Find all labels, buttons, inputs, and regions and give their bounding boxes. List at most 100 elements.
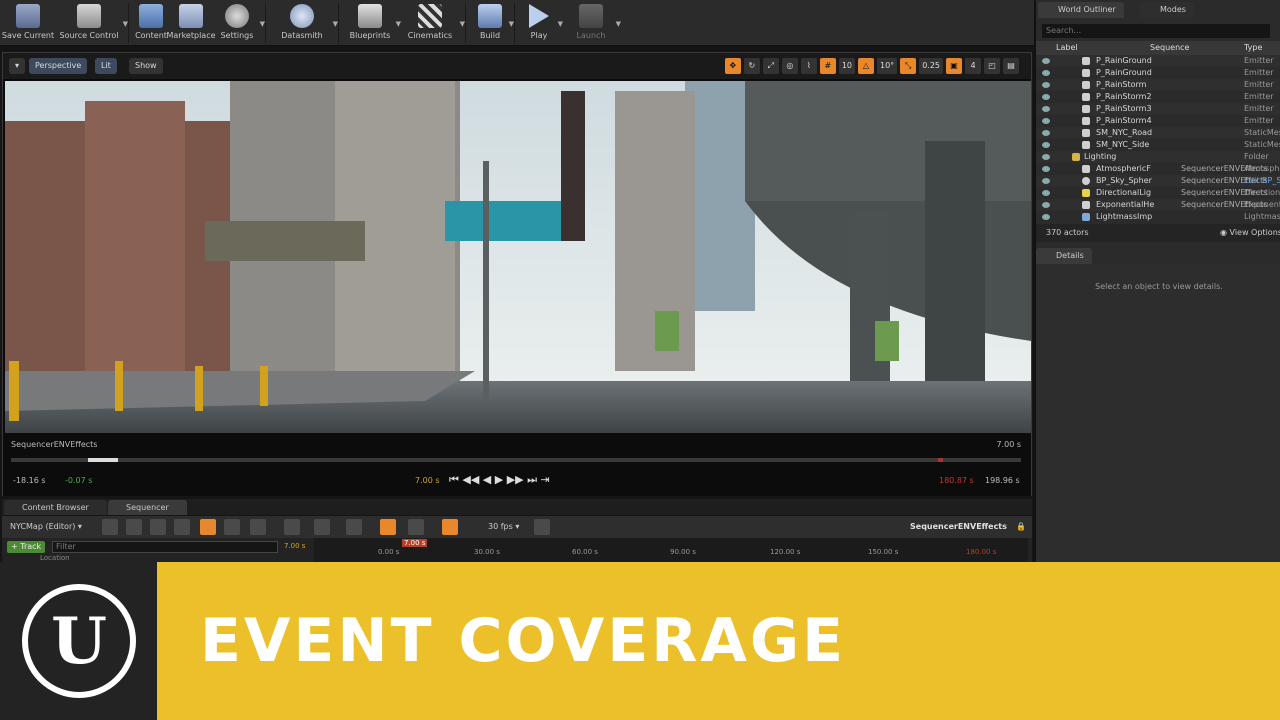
play-button[interactable]: Play ▼ — [521, 0, 563, 46]
cinematics-button[interactable]: Cinematics ▼ — [401, 0, 465, 46]
visibility-eye-icon[interactable] — [1042, 106, 1050, 112]
visibility-eye-icon[interactable] — [1042, 58, 1050, 64]
search-icon[interactable] — [150, 519, 166, 535]
scale-snap-value[interactable]: 0.25 — [919, 58, 943, 74]
playback-range-fill — [88, 458, 118, 462]
auto-key-icon[interactable] — [380, 519, 396, 535]
tab-world-outliner[interactable]: World Outliner — [1038, 2, 1124, 18]
edit-icon[interactable] — [126, 519, 142, 535]
playback-scrubber[interactable] — [11, 458, 1021, 462]
edit-mode-icon[interactable] — [408, 519, 424, 535]
toolbar-divider — [128, 3, 129, 43]
directional-light-icon — [1082, 189, 1090, 197]
save-icon[interactable] — [102, 519, 118, 535]
layout-icon[interactable]: ▤ — [1003, 58, 1019, 74]
selection-icon[interactable] — [314, 519, 330, 535]
snap-magnet-icon[interactable] — [442, 519, 458, 535]
marketplace-button[interactable]: Marketplace — [166, 0, 216, 46]
list-item[interactable]: P_RainStorm2 Emitter — [1036, 91, 1280, 103]
tab-sequencer[interactable]: Sequencer — [108, 500, 187, 515]
build-button[interactable]: Build ▼ — [472, 0, 514, 46]
list-item[interactable]: LightmassImpLightmass — [1036, 211, 1280, 223]
transport-controls-icon[interactable]: ⏮ ◀◀ ◀ ▶ ▶▶ ⏭ ⇥ — [449, 473, 550, 487]
camera-icon[interactable] — [174, 519, 190, 535]
camera-speed-icon[interactable]: ▣ — [946, 58, 962, 74]
lit-button[interactable]: Lit — [95, 58, 117, 74]
track-filter-input[interactable]: Filter — [52, 541, 278, 553]
scale-snap-icon[interactable]: ⤡ — [900, 58, 917, 74]
visibility-eye-icon[interactable] — [1042, 178, 1050, 184]
time-ruler[interactable]: 7.00 s 0.00 s 30.00 s 60.00 s 90.00 s 12… — [314, 538, 1028, 562]
grid-snap-icon[interactable]: # — [819, 58, 836, 74]
tab-content-browser[interactable]: Content Browser — [4, 500, 107, 515]
list-item[interactable]: P_RainGround Emitter — [1036, 67, 1280, 79]
visibility-eye-icon[interactable] — [1042, 202, 1050, 208]
save-icon — [16, 4, 40, 28]
location-track-label: Location — [40, 554, 70, 562]
visibility-eye-icon[interactable] — [1042, 214, 1050, 220]
list-item[interactable]: DirectionalLig SequencerENVEffects Directi… — [1036, 187, 1280, 199]
list-item[interactable]: P_RainGround Emitter — [1036, 55, 1280, 67]
add-track-button[interactable]: + Track — [7, 541, 46, 553]
outliner-search-input[interactable]: Search... — [1042, 24, 1270, 38]
playback-options-icon[interactable] — [284, 519, 300, 535]
ruler-tick: 0.00 s — [378, 548, 400, 556]
maximize-icon[interactable]: ◰ — [984, 58, 1000, 74]
surface-snap-icon[interactable]: ⌇ — [800, 58, 817, 74]
tab-modes[interactable]: Modes — [1140, 2, 1194, 18]
list-item[interactable]: ExponentialHeSequencerENVEffectsExponent… — [1036, 199, 1280, 211]
list-item[interactable]: P_RainStorm4 Emitter — [1036, 115, 1280, 127]
render-movie-icon[interactable] — [200, 519, 216, 535]
settings-button[interactable]: Settings ▼ — [215, 0, 265, 46]
key-icon[interactable] — [346, 519, 362, 535]
rotation-snap-value[interactable]: 10° — [877, 58, 898, 74]
visibility-eye-icon[interactable] — [1042, 118, 1050, 124]
perspective-button[interactable]: Perspective — [29, 58, 88, 74]
tab-details[interactable]: Details — [1036, 248, 1092, 264]
curve-editor-icon[interactable] — [534, 519, 550, 535]
world-local-icon[interactable]: ◎ — [781, 58, 798, 74]
viewport-options-button[interactable]: ▾ — [9, 58, 25, 74]
source-control-button[interactable]: Source Control ▼ — [56, 0, 128, 46]
list-item[interactable]: AtmosphericFSequencerENVEffectsAtmosphe — [1036, 163, 1280, 175]
column-label[interactable]: Label — [1056, 43, 1078, 52]
visibility-eye-icon[interactable] — [1042, 154, 1050, 160]
visibility-eye-icon[interactable] — [1042, 142, 1050, 148]
list-item[interactable]: SM_NYC_SideStaticMesh — [1036, 139, 1280, 151]
launch-button[interactable]: Launch ▼ — [567, 0, 621, 46]
translate-tool-icon[interactable]: ✥ — [724, 58, 741, 74]
rotate-tool-icon[interactable]: ↻ — [743, 58, 760, 74]
list-item[interactable]: P_RainStorm Emitter — [1036, 79, 1280, 91]
scale-tool-icon[interactable]: ⤢ — [762, 58, 779, 74]
visibility-eye-icon[interactable] — [1042, 94, 1050, 100]
column-sequence[interactable]: Sequence — [1150, 43, 1189, 52]
playhead-marker[interactable]: 7.00 s — [402, 539, 428, 547]
visibility-eye-icon[interactable] — [1042, 166, 1050, 172]
visibility-eye-icon[interactable] — [1042, 70, 1050, 76]
blueprints-button[interactable]: Blueprints ▼ — [345, 0, 401, 46]
visibility-icon[interactable] — [250, 519, 266, 535]
show-button[interactable]: Show — [129, 58, 163, 74]
lock-icon[interactable]: 🔒 — [1016, 520, 1026, 534]
column-type[interactable]: Type — [1244, 43, 1262, 52]
list-item[interactable]: SM_NYC_RoadStaticMesh — [1036, 127, 1280, 139]
fps-selector[interactable]: 30 fps ▾ — [488, 520, 519, 534]
visibility-eye-icon[interactable] — [1042, 82, 1050, 88]
sequence-name-label: SequencerENVEffects — [11, 440, 98, 449]
level-viewport[interactable]: ▾ Perspective Lit Show ✥ ↻ ⤢ ◎ ⌇ # 10 △ … — [2, 52, 1032, 496]
save-current-button[interactable]: Save Current — [0, 0, 56, 46]
refresh-icon[interactable] — [224, 519, 240, 535]
list-item[interactable]: BP_Sky_Spher SequencerENVEffects Edit BP_S — [1036, 175, 1280, 187]
datasmith-button[interactable]: Datasmith ▼ — [272, 0, 338, 46]
view-options-button[interactable]: ◉ View Options — [1220, 228, 1280, 237]
visibility-eye-icon[interactable] — [1042, 190, 1050, 196]
list-item[interactable]: Lighting Folder — [1036, 151, 1280, 163]
camera-speed-value[interactable]: 4 — [965, 58, 981, 74]
map-selector[interactable]: NYCMap (Editor) ▾ — [10, 520, 82, 534]
content-button[interactable]: Content — [135, 0, 167, 46]
list-item[interactable]: P_RainStorm3 Emitter — [1036, 103, 1280, 115]
visibility-eye-icon[interactable] — [1042, 130, 1050, 136]
grid-snap-value[interactable]: 10 — [838, 58, 855, 74]
sequencer-toolbar: NYCMap (Editor) ▾ 30 fps ▾ SequencerENVE… — [2, 516, 1032, 538]
rotation-snap-icon[interactable]: △ — [858, 58, 874, 74]
